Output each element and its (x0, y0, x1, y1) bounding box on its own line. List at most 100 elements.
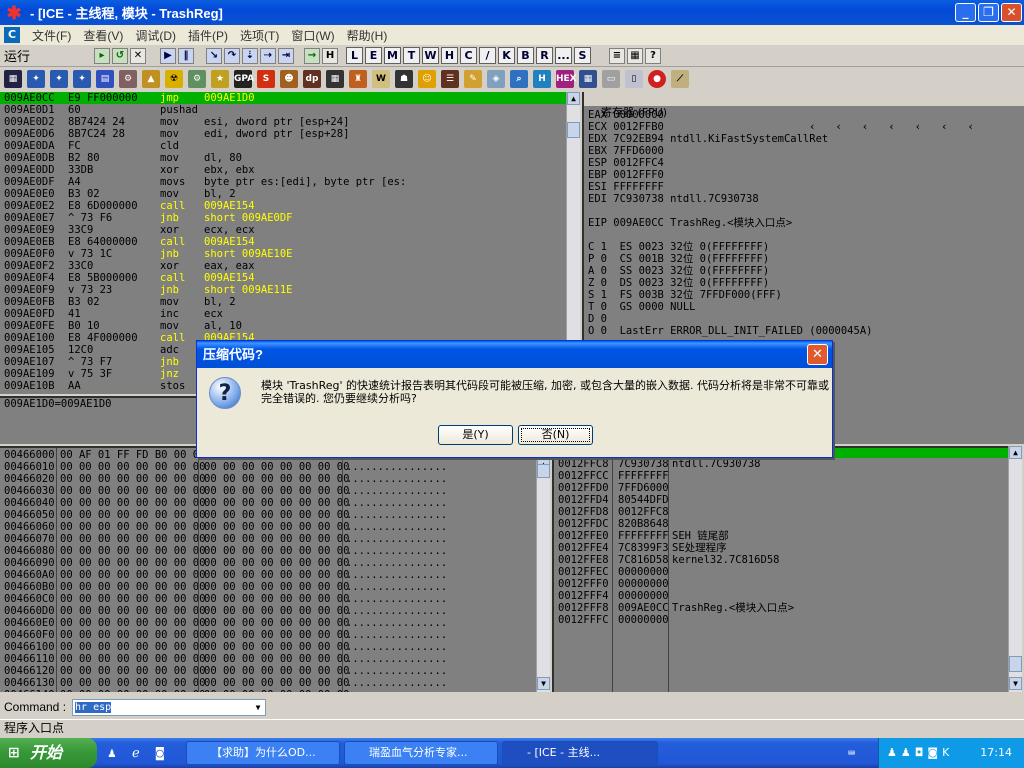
plugin-icon[interactable]: ⟋ (671, 70, 689, 88)
cpu-button[interactable]: C (460, 47, 477, 64)
disasm-row[interactable]: 009AE0E9 33C9 xor ecx, ecx (0, 224, 566, 236)
disasm-row[interactable]: 009AE0DD 33DB xor ebx, ebx (0, 164, 566, 176)
dump-row[interactable]: 0046614000 00 00 00 00 00 00 0000 00 00 … (0, 689, 536, 692)
modules-button[interactable]: E (365, 47, 382, 64)
dump-row[interactable]: 004660F0 00 00 00 00 00 00 00 0000 00 00 … (0, 629, 536, 641)
disasm-row[interactable]: 009AE0D2 8B7424 24 mov esi, dword ptr [esp+… (0, 116, 566, 128)
task-button-analyzer[interactable]: 瑞盈血气分析专家... (344, 741, 498, 765)
dump-row[interactable]: 00466090 00 00 00 00 00 00 00 0000 00 00 … (0, 557, 536, 569)
plugin-icon[interactable]: ▦ (326, 70, 344, 88)
trace-over-icon[interactable]: ⇢ (260, 47, 276, 64)
register-line[interactable]: EIP 009AE0CC TrashReg.<模块入口点> (588, 217, 1024, 229)
register-line[interactable]: ESP 0012FFC4 (588, 157, 1024, 169)
dialog-close-button[interactable]: ✕ (807, 344, 828, 365)
chevron-down-icon[interactable]: ▼ (251, 700, 265, 715)
register-line[interactable]: C 1 ES 0023 32位 0(FFFFFFFF) (588, 241, 1024, 253)
plugin-icon[interactable]: ▭ (602, 70, 620, 88)
registers-nav-arrows[interactable]: ‹‹‹‹‹‹‹ (810, 120, 995, 134)
stack-row[interactable]: 0012FFF4 00000000 (554, 590, 1008, 602)
disasm-row[interactable]: 009AE0EB E8 64000000 call 009AE154 (0, 236, 566, 248)
plugin-icon[interactable]: ▤ (96, 70, 114, 88)
s-plugin-icon[interactable]: S (257, 70, 275, 88)
references-button[interactable]: R (536, 47, 553, 64)
start-button[interactable]: ⊞ 开始 (0, 738, 97, 768)
dump-row[interactable]: 00466010 00 00 00 00 00 00 00 0000 00 00 … (0, 461, 536, 473)
dump-pane[interactable]: 0046600000 AF 01 FF FD B0 00 0000 00 00 … (0, 446, 536, 692)
disasm-row[interactable]: 009AE0F0 v 73 1C jnb short 009AE10E (0, 248, 566, 260)
step-over-icon[interactable]: ↷ (224, 47, 240, 64)
ie-icon[interactable]: ℯ (132, 746, 140, 761)
radiation-icon[interactable]: ☢ (165, 70, 183, 88)
stack-row[interactable]: 0012FFCC FFFFFFFF (554, 470, 1008, 482)
dump-row[interactable]: 00466120 00 00 00 00 00 00 00 0000 00 00 … (0, 665, 536, 677)
plugin-icon[interactable]: ◈ (487, 70, 505, 88)
disasm-row[interactable]: 009AE0DB B2 80 mov dl, 80 (0, 152, 566, 164)
task-button-forum[interactable]: 【求助】为什么OD... (186, 741, 340, 765)
smiley-icon[interactable]: ☺ (418, 70, 436, 88)
gpa-icon[interactable]: GPA (234, 70, 254, 88)
plugin-icon[interactable]: ✦ (27, 70, 45, 88)
handles-button[interactable]: H (441, 47, 458, 64)
menu-options[interactable]: 选项(T) (234, 27, 285, 44)
register-line[interactable]: A 0 SS 0023 32位 0(FFFFFFFF) (588, 265, 1024, 277)
dump-row[interactable]: 00466130 00 00 00 00 00 00 00 0000 00 00 … (0, 677, 536, 689)
run-icon[interactable]: ▶ (160, 47, 176, 64)
register-line[interactable]: EDI 7C930738 ntdll.7C930738 (588, 193, 1024, 205)
scroll-up-icon[interactable]: ▲ (567, 92, 580, 105)
task-button-debugger[interactable]: - [ICE - 主线... (502, 741, 658, 765)
dump-row[interactable]: 004660A0 00 00 00 00 00 00 00 0000 00 00 … (0, 569, 536, 581)
stack-row[interactable]: 0012FFFC 00000000 (554, 614, 1008, 626)
memory-button[interactable]: M (384, 47, 401, 64)
stack-scrollbar[interactable]: ▲ ▼ (1008, 446, 1022, 692)
goto-icon[interactable]: → (304, 47, 320, 64)
search-icon[interactable]: ⌕ (510, 70, 528, 88)
stack-row[interactable]: 0012FFF0 00000000 (554, 578, 1008, 590)
menu-help[interactable]: 帮助(H) (341, 27, 394, 44)
dump-row[interactable]: 00466110 00 00 00 00 00 00 00 0000 00 00 … (0, 653, 536, 665)
register-line[interactable]: EBP 0012FFF0 (588, 169, 1024, 181)
plugin-icon[interactable]: ✎ (464, 70, 482, 88)
stack-row[interactable]: 0012FFC8 7C930738 ntdll.7C930738 (554, 458, 1008, 470)
stack-row[interactable]: 0012FFE0 FFFFFFFF SEH 链尾部 (554, 530, 1008, 542)
stop-icon[interactable]: ● (648, 70, 666, 88)
plugin-icon[interactable]: ♜ (349, 70, 367, 88)
patches-button[interactable]: / (479, 47, 496, 64)
scroll-thumb[interactable] (1009, 656, 1022, 672)
stack-row[interactable]: 0012FFE8 7C816D58 kernel32.7C816D58 (554, 554, 1008, 566)
tray-icons[interactable]: ♟♟◘◙K (879, 746, 953, 759)
dump-row[interactable]: 004660D0 00 00 00 00 00 00 00 0000 00 00 … (0, 605, 536, 617)
plugin-icon[interactable]: ▯ (625, 70, 643, 88)
stack-row[interactable]: 0012FFD4 80544DFD (554, 494, 1008, 506)
disasm-row[interactable]: 009AE0F9 v 73 23 jnb short 009AE11E (0, 284, 566, 296)
disasm-row[interactable]: 009AE0DA FC cld (0, 140, 566, 152)
register-line[interactable]: D 0 (588, 313, 1024, 325)
open-icon[interactable]: ▸ (94, 47, 110, 64)
disasm-row[interactable]: 009AE0E2 E8 6D000000 call 009AE154 (0, 200, 566, 212)
stack-row[interactable]: 0012FFDC 820B8648 (554, 518, 1008, 530)
menu-window[interactable]: 窗口(W) (285, 27, 340, 44)
plugin-icon[interactable]: ✦ (73, 70, 91, 88)
scroll-thumb[interactable] (567, 122, 580, 138)
plugin-icon[interactable]: ★ (211, 70, 229, 88)
command-input[interactable]: hr esp ▼ (72, 698, 267, 716)
disasm-row[interactable]: 009AE0DF A4 movs byte ptr es:[edi], byte pt… (0, 176, 566, 188)
scroll-down-icon[interactable]: ▼ (1009, 677, 1022, 690)
stack-pane[interactable]: 0012FFC8 7C930738 ntdll.7C930738 0012FFCC FF… (552, 446, 1008, 692)
dump-row[interactable]: 00466070 00 00 00 00 00 00 00 0000 00 00 … (0, 533, 536, 545)
disasm-row[interactable]: 009AE0FE B0 10 mov al, 10 (0, 320, 566, 332)
close-button[interactable]: ✕ (1001, 3, 1022, 22)
run-trace-button[interactable]: ... (555, 47, 572, 64)
register-line[interactable]: EBX 7FFD6000 (588, 145, 1024, 157)
dump-row[interactable]: 00466080 00 00 00 00 00 00 00 0000 00 00 … (0, 545, 536, 557)
dump-row[interactable]: 004660C0 00 00 00 00 00 00 00 0000 00 00 … (0, 593, 536, 605)
scroll-thumb[interactable] (537, 464, 550, 478)
h-plugin-icon[interactable]: H (533, 70, 551, 88)
close-program-icon[interactable]: ✕ (130, 47, 146, 64)
disasm-row[interactable]: 009AE0F4 E8 5B000000 call 009AE154 (0, 272, 566, 284)
register-line[interactable]: EDX 7C92EB94 ntdll.KiFastSystemCallRet (588, 133, 1024, 145)
menu-view[interactable]: 查看(V) (77, 27, 129, 44)
disasm-row[interactable]: 009AE0D6 8B7C24 28 mov edi, dword ptr [esp+… (0, 128, 566, 140)
dump-row[interactable]: 00466030 00 00 00 00 00 00 00 0000 00 00 … (0, 485, 536, 497)
register-line[interactable]: P 0 CS 001B 32位 0(FFFFFFFF) (588, 253, 1024, 265)
scroll-down-icon[interactable]: ▼ (537, 677, 550, 690)
